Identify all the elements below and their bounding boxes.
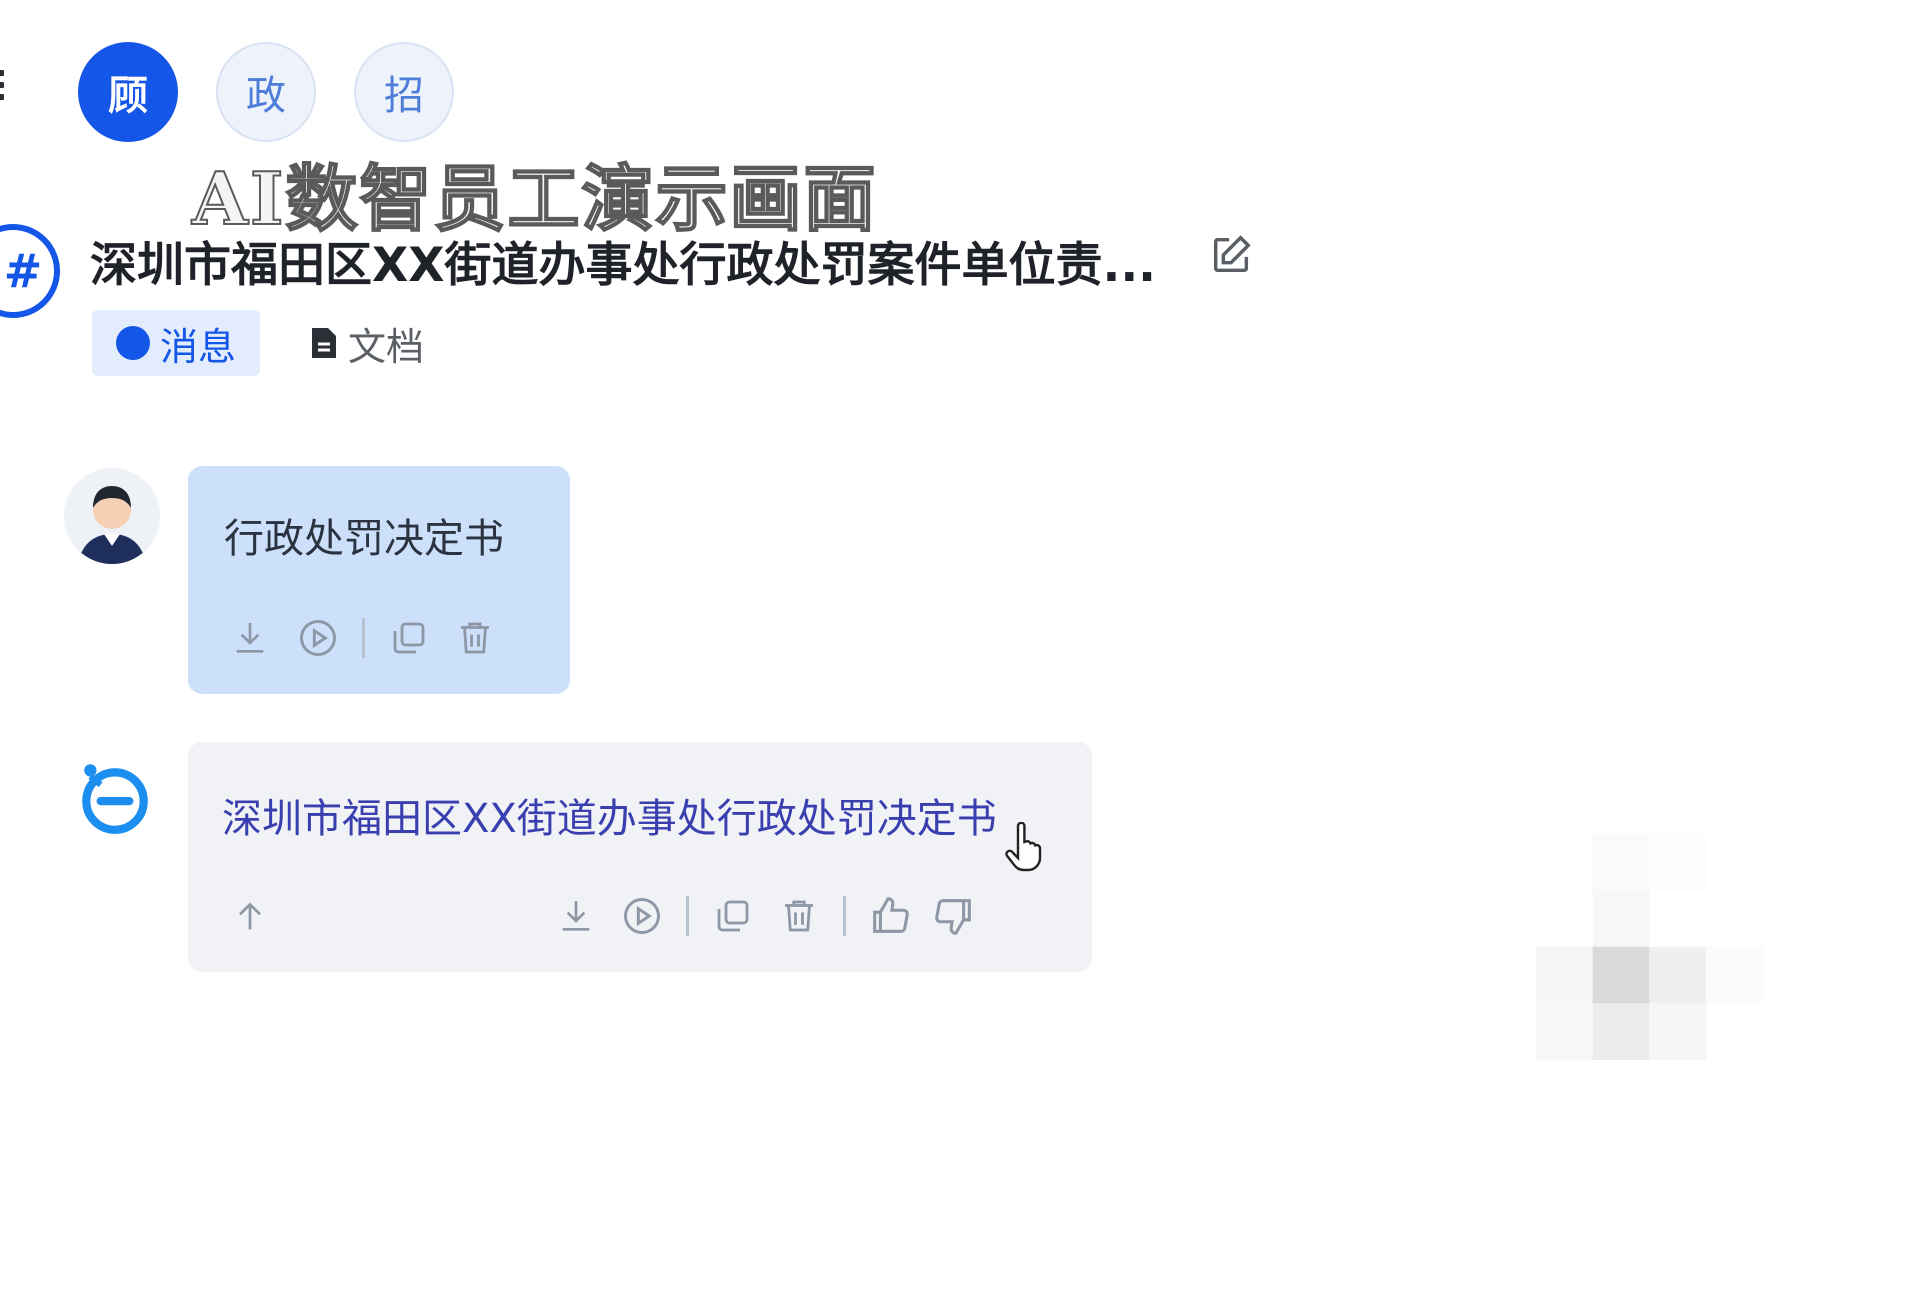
- channel-tabs: 消息 文档: [92, 310, 432, 376]
- menu-icon[interactable]: [0, 70, 6, 106]
- bot-message-bubble: 深圳市福田区XX街道办事处行政处罚决定书: [188, 742, 1092, 972]
- avatar-zheng[interactable]: 政: [216, 42, 316, 142]
- tab-documents[interactable]: 文档: [302, 310, 432, 376]
- user-message-bubble: 行政处罚决定书: [188, 466, 570, 694]
- document-icon: [312, 328, 337, 358]
- toolbar-divider: [843, 896, 846, 936]
- copy-icon[interactable]: [383, 612, 435, 664]
- play-icon[interactable]: [292, 612, 344, 664]
- edit-icon[interactable]: [1208, 232, 1254, 278]
- thumbs-up-icon[interactable]: [864, 890, 916, 942]
- avatar-gu[interactable]: 顾: [78, 42, 178, 142]
- toolbar-divider: [686, 896, 689, 936]
- delete-icon[interactable]: [773, 890, 825, 942]
- upload-icon[interactable]: [224, 890, 276, 942]
- user-message-toolbar: [224, 612, 501, 664]
- toolbar-divider: [362, 618, 365, 658]
- hash-icon: #: [0, 224, 60, 318]
- play-icon[interactable]: [616, 890, 668, 942]
- tab-messages[interactable]: 消息: [92, 310, 261, 376]
- document-link[interactable]: 深圳市福田区XX街道办事处行政处罚决定书: [222, 786, 997, 844]
- tab-messages-label: 消息: [160, 324, 237, 369]
- download-icon[interactable]: [224, 612, 276, 664]
- channel-title: 深圳市福田区XX街道办事处行政处罚案件单位责...: [90, 238, 1157, 293]
- pixelated-overlay: [1536, 833, 1876, 1117]
- message-icon: [116, 326, 150, 360]
- tab-documents-label: 文档: [348, 324, 425, 369]
- chat-page: 顾 政 招 AI数智员工演示画面 # 深圳市福田区XX街道办事处行政处罚案件单位…: [0, 0, 1920, 1294]
- bot-avatar: [82, 764, 148, 834]
- delete-icon[interactable]: [449, 612, 501, 664]
- user-message-text: 行政处罚决定书: [224, 516, 504, 562]
- bot-message-toolbar-left: [224, 890, 276, 942]
- avatar-zhao[interactable]: 招: [354, 42, 454, 142]
- avatar-switcher: 顾 政 招: [78, 42, 454, 142]
- download-icon[interactable]: [550, 890, 602, 942]
- user-avatar: [64, 468, 160, 564]
- copy-icon[interactable]: [707, 890, 759, 942]
- bot-message-toolbar: [550, 890, 980, 942]
- thumbs-down-icon[interactable]: [928, 890, 980, 942]
- hand-cursor-icon: [1005, 822, 1042, 872]
